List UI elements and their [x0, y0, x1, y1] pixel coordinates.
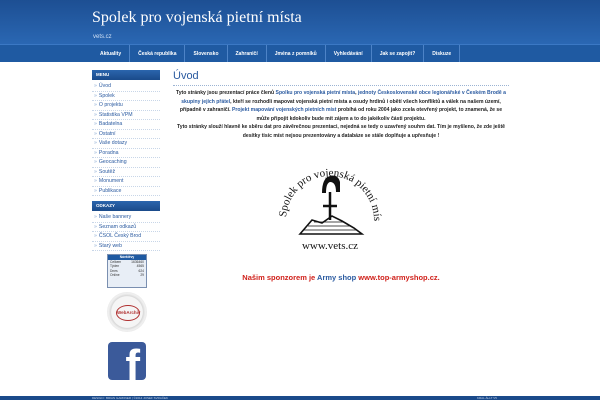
menu-list: » Úvod » Spolek » O projektu » Statistika VP…: [92, 82, 160, 196]
bullet-icon: »: [94, 130, 97, 137]
link-spolek[interactable]: Spolku pro vojenská pietní místa: [276, 90, 356, 96]
site-title[interactable]: Spolek pro vojenská pietní místa: [92, 9, 302, 27]
menu-item-poradna[interactable]: » Poradna: [92, 149, 160, 158]
menu-item-spolek[interactable]: » Spolek: [92, 92, 160, 101]
menu-item-uvod[interactable]: » Úvod: [92, 82, 160, 92]
menu-item-vase-dotazy[interactable]: » Vaše dotazy: [92, 139, 160, 149]
main-content: Úvod Tyto stránky jsou prezentací práce …: [173, 70, 509, 140]
webarchiv-label: WebArchiv: [116, 305, 140, 321]
bullet-icon: »: [94, 214, 97, 220]
site-subtitle: vets.cz: [93, 34, 112, 40]
bullet-icon: »: [94, 187, 97, 194]
menu-item-statistika[interactable]: » Statistika VPM: [92, 111, 160, 120]
counter-row: Online 29: [110, 273, 144, 278]
link-item-csol[interactable]: » ČSOL Český Brod: [92, 232, 160, 242]
site-footer: [0, 396, 600, 400]
bullet-icon: »: [94, 102, 97, 108]
bullet-icon: »: [94, 92, 97, 99]
links-heading: ODKAZY: [92, 201, 160, 211]
link-top-armyshop[interactable]: www.top-armyshop.cz.: [356, 273, 439, 282]
facebook-letter: f: [125, 342, 140, 381]
page-title: Úvod: [173, 70, 509, 86]
webarchiv-badge[interactable]: WebArchiv: [107, 292, 147, 332]
bullet-icon: »: [94, 140, 97, 146]
bullet-icon: »: [94, 233, 97, 239]
link-item-stary-web[interactable]: » Starý web: [92, 242, 160, 251]
main-navigation: Aktuality Česká republika Slovensko Zahr…: [0, 44, 600, 63]
nav-item-jmena-z-pomniku[interactable]: Jména z pomníků: [267, 45, 326, 63]
site-header: Spolek pro vojenská pietní místa vets.cz: [0, 0, 600, 44]
nav-item-aktuality[interactable]: Aktuality: [92, 45, 131, 63]
bullet-icon: »: [94, 223, 97, 230]
menu-item-badatelna[interactable]: » Badatelna: [92, 120, 160, 130]
nav-item-slovensko[interactable]: Slovensko: [185, 45, 228, 63]
bullet-icon: »: [94, 149, 97, 156]
info-paragraph: Tyto stránky slouží hlavně ke sběru dat …: [177, 124, 505, 139]
visit-counter[interactable]: Návštěvy Celkem 1636460 Týden 4565 Dnes 624…: [107, 254, 147, 288]
footer-credits: DESIGN : BRIAN GARDNER | ©2014 JOSEF SVR…: [92, 396, 169, 400]
footer-right-text: KRAL ÁLLT V5: [477, 396, 497, 400]
bullet-icon: »: [94, 242, 97, 249]
association-logo: Spolek pro vojenská pietní místa www.vet…: [268, 141, 390, 256]
link-army-shop[interactable]: Army shop: [317, 273, 356, 282]
menu-item-geocaching[interactable]: » Geocaching: [92, 158, 160, 168]
bullet-icon: »: [94, 111, 97, 118]
nav-item-vyhledavani[interactable]: Vyhledávání: [326, 45, 372, 63]
facebook-icon[interactable]: f: [108, 342, 146, 380]
intro-paragraph: Tyto stránky jsou prezentací práce členů…: [175, 90, 507, 122]
menu-item-ostatni[interactable]: » Ostatní: [92, 130, 160, 139]
menu-item-publikace[interactable]: » Publikace: [92, 187, 160, 196]
bullet-icon: »: [94, 121, 97, 127]
bullet-icon: »: [94, 178, 97, 184]
menu-heading: MENU: [92, 70, 160, 80]
menu-item-o-projektu[interactable]: » O projektu: [92, 101, 160, 111]
nav-item-ceska-republika[interactable]: Česká republika: [130, 45, 186, 63]
logo-graphic: Spolek pro vojenská pietní místa www.vet…: [268, 141, 383, 252]
link-item-seznam-odkazu[interactable]: » Seznam odkazů: [92, 223, 160, 232]
nav-item-zahranici[interactable]: Zahraničí: [228, 45, 267, 63]
sponsor-line: Našim sponzorem je Army shop www.top-arm…: [242, 273, 440, 282]
link-item-bannery[interactable]: » Naše bannery: [92, 213, 160, 223]
menu-item-soutez[interactable]: » Soutěž: [92, 168, 160, 177]
menu-item-monument[interactable]: » Monument: [92, 177, 160, 187]
bullet-icon: »: [94, 168, 97, 175]
sidebar: MENU » Úvod » Spolek » O projektu » Statisti…: [92, 70, 160, 256]
nav-item-diskuze[interactable]: Diskuze: [424, 45, 461, 63]
bullet-icon: »: [94, 83, 97, 89]
logo-url: www.vets.cz: [302, 240, 358, 252]
links-list: » Naše bannery » Seznam odkazů » ČSOL Český…: [92, 213, 160, 251]
nav-item-jak-se-zapojit[interactable]: Jak se zapojit?: [372, 45, 425, 63]
link-projekt[interactable]: Projekt mapování vojenských pietních mís…: [232, 107, 336, 113]
bullet-icon: »: [94, 159, 97, 165]
